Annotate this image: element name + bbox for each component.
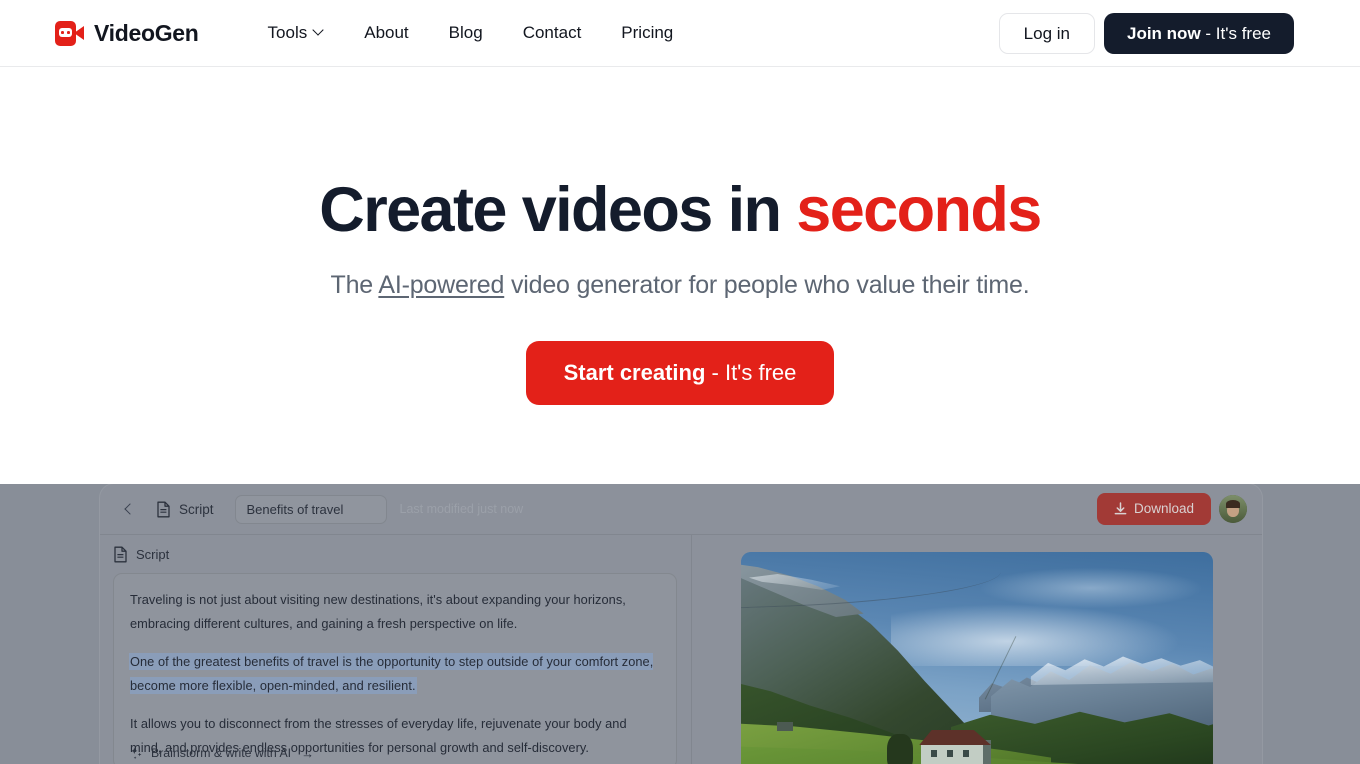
nav-item-label: Tools [267, 23, 308, 42]
user-avatar[interactable] [1219, 495, 1247, 523]
hero-subtitle: The AI-powered video generator for peopl… [0, 271, 1360, 300]
hero-section: Create videos in seconds The AI-powered … [0, 67, 1360, 406]
join-now-label-light: - It's free [1200, 23, 1271, 43]
document-icon [113, 546, 128, 563]
log-in-button[interactable]: Log in [998, 12, 1095, 54]
site-header: VideoGen Tools About Blog Contact Pricin… [0, 0, 1360, 67]
script-panel-label: Script [136, 547, 170, 562]
chevron-left-icon [124, 505, 133, 514]
arrow-right-icon: → [301, 745, 315, 761]
brand-name: VideoGen [94, 19, 199, 46]
project-title-input[interactable] [234, 494, 387, 524]
toolbar-script-tab[interactable]: Script [156, 501, 214, 518]
header-actions: Log in Join now - It's free [998, 12, 1294, 54]
hero-subtitle-link[interactable]: AI-powered [378, 271, 504, 299]
video-preview-panel [692, 535, 1262, 764]
brainstorm-label: Brainstorm & write with AI [151, 746, 292, 760]
chevron-down-icon [314, 26, 324, 36]
download-label: Download [1133, 501, 1194, 517]
app-preview-card: Script Last modified just now Download [100, 484, 1262, 764]
script-editor[interactable]: Traveling is not just about visiting new… [113, 573, 677, 764]
nav-item-tools[interactable]: Tools [248, 17, 345, 49]
script-paragraph-highlighted[interactable]: One of the greatest benefits of travel i… [130, 650, 660, 697]
app-body: Script Traveling is not just about visit… [100, 535, 1262, 764]
hero-subtitle-pre: The [330, 271, 379, 300]
join-now-label-strong: Join now [1127, 23, 1201, 43]
nav-item-blog[interactable]: Blog [429, 17, 503, 49]
main-nav: Tools About Blog Contact Pricing [248, 17, 694, 49]
join-now-button[interactable]: Join now - It's free [1104, 12, 1294, 54]
download-icon [1114, 502, 1127, 516]
hero-title-main: Create videos in [319, 175, 797, 245]
video-camera-icon [55, 20, 84, 46]
back-button[interactable] [114, 495, 142, 523]
nav-item-label: Contact [522, 23, 582, 42]
toolbar-script-label: Script [179, 501, 214, 517]
nav-item-label: Pricing [621, 23, 674, 42]
nav-item-contact[interactable]: Contact [503, 17, 602, 49]
cta-label-strong: Start creating [563, 360, 706, 386]
script-panel: Script Traveling is not just about visit… [100, 535, 692, 764]
script-panel-header: Script [113, 546, 677, 563]
nav-item-label: Blog [448, 23, 483, 42]
sparkle-icon [130, 747, 143, 760]
script-paragraph-text: One of the greatest benefits of travel i… [130, 654, 654, 693]
download-button[interactable]: Download [1096, 493, 1211, 525]
nav-item-about[interactable]: About [344, 17, 428, 49]
cta-label-light: - It's free [705, 360, 797, 386]
nav-item-pricing[interactable]: Pricing [601, 17, 693, 49]
hero-title-accent: seconds [796, 175, 1042, 245]
app-toolbar: Script Last modified just now Download [100, 484, 1262, 535]
brand-logo-link[interactable]: VideoGen [55, 20, 199, 47]
document-icon [156, 501, 171, 518]
hero-subtitle-post: video generator for people who value the… [504, 271, 1030, 300]
nav-item-label: About [364, 23, 409, 42]
mountain-landscape-preview[interactable] [741, 552, 1213, 764]
toolbar-right-actions: Download [1096, 493, 1252, 525]
start-creating-button[interactable]: Start creating - It's free [525, 341, 835, 406]
hero-cta-wrap: Start creating - It's free [0, 341, 1360, 406]
brainstorm-with-ai-button[interactable]: Brainstorm & write with AI → [130, 746, 314, 760]
page-title: Create videos in seconds [0, 177, 1360, 243]
script-paragraph-text: Traveling is not just about visiting new… [130, 592, 626, 631]
app-preview-band: Script Last modified just now Download [0, 484, 1360, 764]
script-paragraph[interactable]: Traveling is not just about visiting new… [130, 588, 660, 635]
last-modified-text: Last modified just now [399, 502, 524, 516]
